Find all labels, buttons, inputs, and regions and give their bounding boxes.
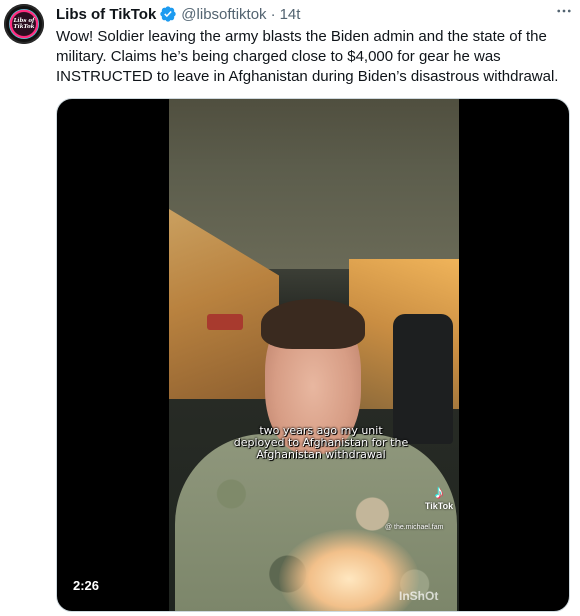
avatar-label: Libs of TikTok <box>13 18 35 30</box>
video-player[interactable]: two years ago my unit deployed to Afghan… <box>56 98 570 612</box>
parked-car <box>207 314 243 330</box>
inshot-watermark: InShOt <box>399 589 439 603</box>
avatar-logo: Libs of TikTok <box>9 9 39 39</box>
soldier-hair <box>261 299 365 349</box>
tweet[interactable]: Libs of TikTok Libs of TikTok @libsoftik… <box>0 0 580 616</box>
video-duration-badge: 2:26 <box>69 577 104 595</box>
tiktok-note-icon: ♪ <box>434 482 444 502</box>
separator-dot: · <box>270 5 276 23</box>
video-caption: two years ago my unit deployed to Afghan… <box>233 424 409 461</box>
tiktok-username: @ the.michael.fam <box>385 524 444 531</box>
tiktok-logo: ♪ TikTok <box>419 483 459 523</box>
avatar[interactable]: Libs of TikTok <box>4 4 44 44</box>
tiktok-brand: TikTok <box>424 501 454 511</box>
timestamp[interactable]: 14t <box>280 6 301 23</box>
video-frame[interactable]: two years ago my unit deployed to Afghan… <box>169 99 459 611</box>
handle[interactable]: @libsoftiktok <box>181 6 266 23</box>
tweet-text: Wow! Soldier leaving the army blasts the… <box>56 28 559 85</box>
tweet-header: Libs of TikTok @libsoftiktok · 14t <box>56 4 570 24</box>
verified-badge-icon <box>159 5 177 23</box>
more-horizontal-icon[interactable] <box>554 2 574 20</box>
display-name[interactable]: Libs of TikTok <box>56 6 156 23</box>
